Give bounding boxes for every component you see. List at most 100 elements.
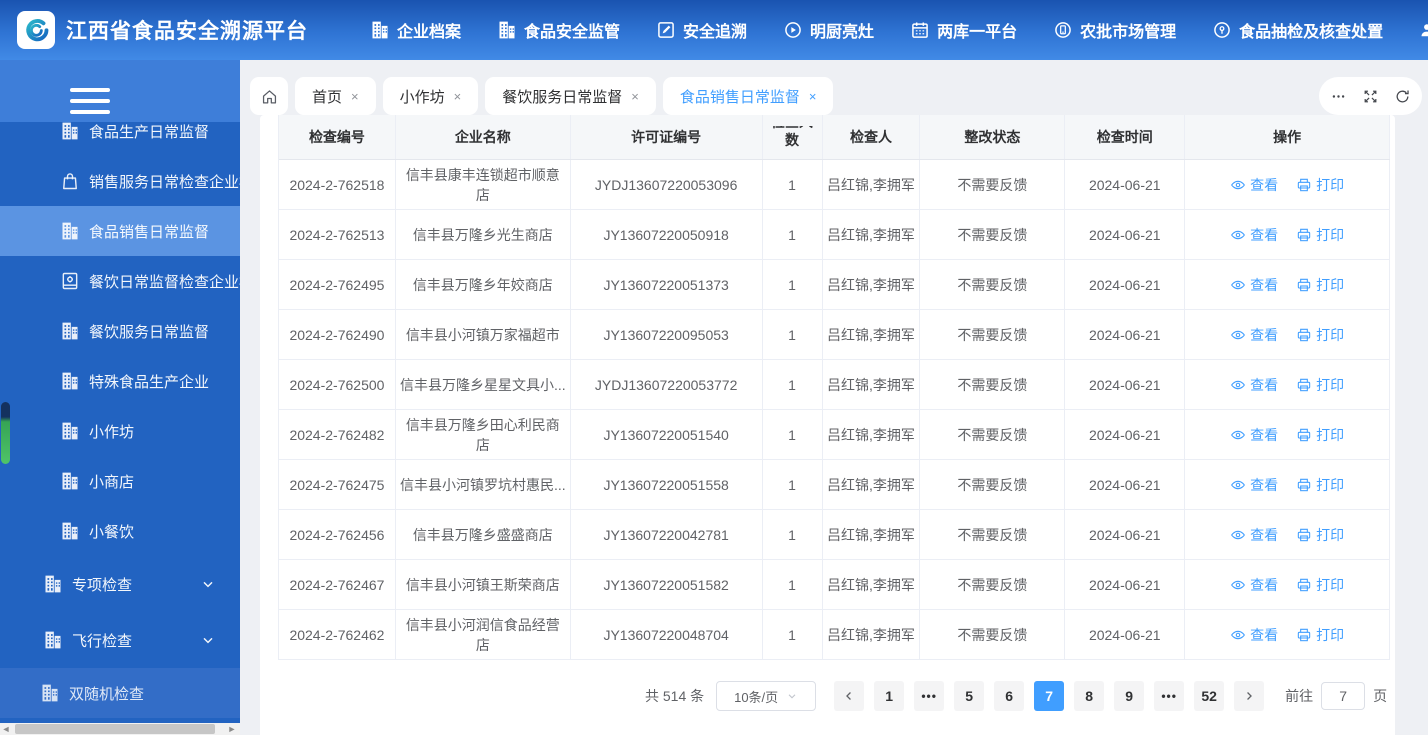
nav-item-label: 农批市场管理 [1080,24,1177,41]
tab-1[interactable]: 首页 × [295,77,376,115]
view-link[interactable]: 查看 [1230,525,1278,545]
nav-item-8[interactable]: 注册审核 [1419,18,1428,42]
page-button-7[interactable]: 7 [1034,681,1065,711]
print-link[interactable]: 打印 [1296,275,1344,295]
page-button-6[interactable]: 6 [994,681,1025,711]
view-link[interactable]: 查看 [1230,175,1278,195]
print-label: 打印 [1316,426,1345,443]
tab-3[interactable]: 餐饮服务日常监督 × [485,77,656,115]
fullscreen-icon[interactable] [1362,88,1379,105]
building-icon [60,471,80,491]
view-link[interactable]: 查看 [1230,425,1278,445]
tab-4[interactable]: 食品销售日常监督 × [662,77,834,115]
printer-icon [1296,527,1312,543]
print-link[interactable]: 打印 [1296,325,1344,345]
building-icon [60,521,80,541]
column-header-8: 操作 [1185,115,1391,159]
sidebar-horizontal-scrollbar[interactable]: ◄ ► [0,723,240,735]
nav-item-5[interactable]: 两库一平台 [910,18,1017,42]
sidebar-item-10[interactable]: 专项检查 [0,556,240,612]
refresh-icon[interactable] [1394,88,1411,105]
menu-collapse-icon[interactable] [70,88,110,121]
print-label: 打印 [1316,376,1345,393]
page-ellipsis[interactable]: ••• [914,681,945,711]
view-link[interactable]: 查看 [1230,575,1278,595]
nav-item-3[interactable]: 安全追溯 [656,18,747,42]
building-icon [60,321,80,341]
cell-actions: 查看 打印 [1185,410,1391,459]
cell-check-id: 2024-2-762467 [279,560,396,609]
sidebar-item-4[interactable]: 餐饮日常监督检查企业模板 [0,256,240,306]
sidebar-scrollbar-thumb[interactable] [1,402,10,464]
view-link[interactable]: 查看 [1230,325,1278,345]
scroll-right-arrow-icon[interactable]: ► [226,723,238,735]
building-icon [60,371,80,391]
next-page-button[interactable] [1234,681,1265,711]
print-link[interactable]: 打印 [1296,375,1344,395]
prev-page-button[interactable] [834,681,865,711]
view-link[interactable]: 查看 [1230,625,1278,645]
page-button-5[interactable]: 5 [954,681,985,711]
page-size-select[interactable]: 10条/页 [716,681,817,711]
pin-circle-icon [1212,20,1232,40]
home-button[interactable] [250,77,288,115]
view-label: 查看 [1250,576,1279,593]
cell-check-date: 2024-06-21 [1065,160,1186,209]
print-link[interactable]: 打印 [1296,425,1344,445]
view-label: 查看 [1250,376,1279,393]
page-ellipsis[interactable]: ••• [1154,681,1185,711]
nav-item-1[interactable]: 企业档案 [370,18,461,42]
nav-item-7[interactable]: 食品抽检及核查处置 [1212,18,1383,42]
page-button-9[interactable]: 9 [1114,681,1145,711]
sidebar-item-3[interactable]: 食品销售日常监督 [0,206,240,256]
goto-page-input[interactable] [1321,682,1366,710]
print-link[interactable]: 打印 [1296,575,1344,595]
sidebar-item-9[interactable]: 小餐饮 [0,506,240,556]
sidebar-item-6[interactable]: 特殊食品生产企业 [0,356,240,406]
view-link[interactable]: 查看 [1230,475,1278,495]
print-link[interactable]: 打印 [1296,225,1344,245]
tab-close-icon[interactable]: × [454,90,462,103]
cell-actions: 查看 打印 [1185,560,1391,609]
horizontal-scrollbar-thumb[interactable] [15,724,215,734]
more-icon[interactable] [1330,88,1347,105]
print-link[interactable]: 打印 [1296,475,1344,495]
printer-icon [1296,377,1312,393]
page-button-52[interactable]: 52 [1194,681,1225,711]
column-header-3: 许可证编号 [570,115,763,159]
tab-2[interactable]: 小作坊 × [382,77,479,115]
nav-item-2[interactable]: 食品安全监管 [497,18,620,42]
cell-check-date: 2024-06-21 [1065,610,1186,659]
cell-check-date: 2024-06-21 [1065,310,1186,359]
page-title: 江西省食品安全溯源平台 [66,20,308,43]
page-button-8[interactable]: 8 [1074,681,1105,711]
tab-close-icon[interactable]: × [351,90,359,103]
sidebar-item-label: 专项检查 [72,576,133,594]
print-link[interactable]: 打印 [1296,625,1344,645]
nav-item-6[interactable]: 农批市场管理 [1053,18,1176,42]
total-count: 共 514 条 [645,688,705,704]
eye-icon [1230,227,1246,243]
nav-item-4[interactable]: 明厨亮灶 [783,18,874,42]
sidebar-item-8[interactable]: 小商店 [0,456,240,506]
page-button-1[interactable]: 1 [874,681,905,711]
sidebar-item-12[interactable]: 双随机检查 [0,668,240,718]
view-label: 查看 [1250,226,1279,243]
view-link[interactable]: 查看 [1230,275,1278,295]
print-label: 打印 [1316,176,1345,193]
view-link[interactable]: 查看 [1230,375,1278,395]
cell-rectify-status: 不需要反馈 [920,360,1066,409]
sidebar-item-11[interactable]: 飞行检查 [0,612,240,668]
print-link[interactable]: 打印 [1296,175,1344,195]
scroll-left-arrow-icon[interactable]: ◄ [0,723,12,735]
sidebar-item-5[interactable]: 餐饮服务日常监督 [0,306,240,356]
sidebar-item-2[interactable]: 销售服务日常检查企业模板 [0,156,240,206]
sidebar-item-7[interactable]: 小作坊 [0,406,240,456]
tab-close-icon[interactable]: × [809,90,817,103]
print-link[interactable]: 打印 [1296,525,1344,545]
tab-close-icon[interactable]: × [631,90,639,103]
sidebar-item-label: 销售服务日常检查企业模板 [89,173,240,191]
view-link[interactable]: 查看 [1230,225,1278,245]
cell-inspector-count: 1 [763,260,823,309]
edit-square-icon [656,20,676,40]
